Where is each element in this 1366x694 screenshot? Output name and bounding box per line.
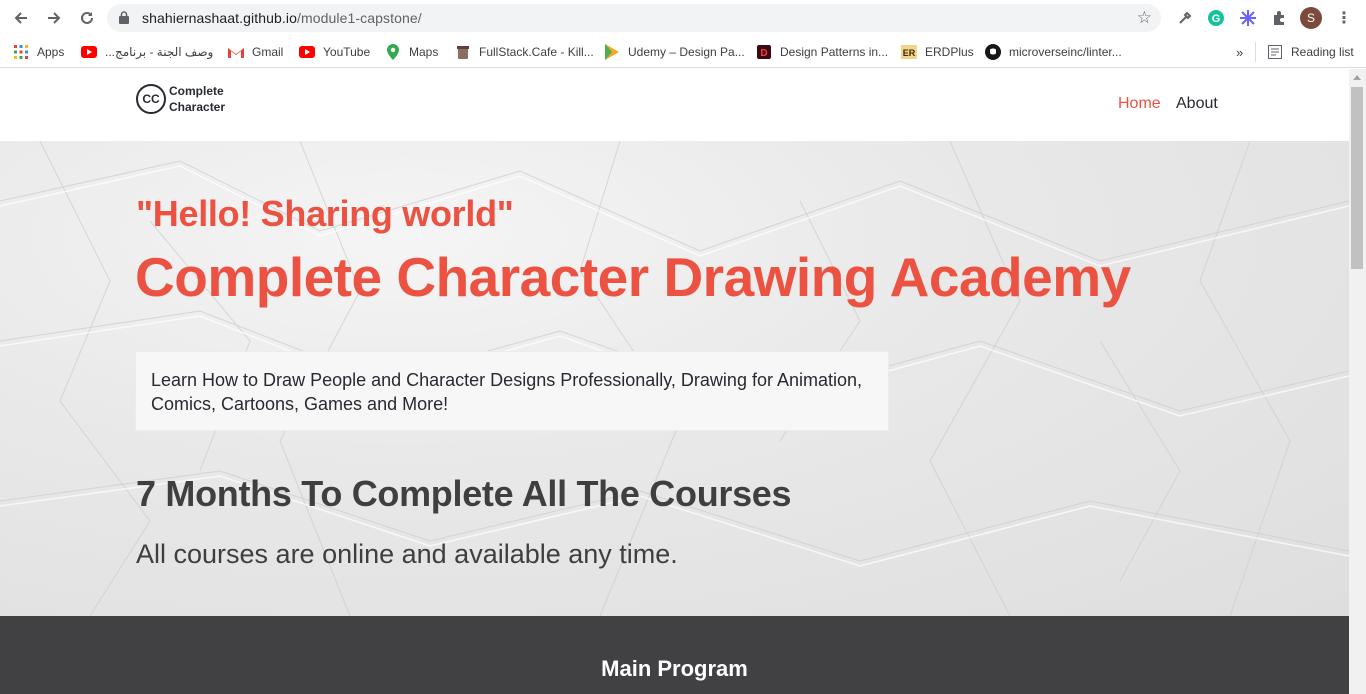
play-triangle-icon	[604, 44, 620, 60]
bookmark-label: FullStack.Cafe - Kill...	[479, 45, 594, 59]
reload-icon[interactable]	[75, 6, 99, 30]
logo-line-2: Character	[169, 100, 226, 114]
main-program-section: Main Program	[0, 616, 1349, 694]
bookmarks-divider	[1255, 42, 1256, 62]
scroll-up-arrow-icon[interactable]	[1353, 75, 1361, 80]
svg-text:D: D	[760, 48, 767, 59]
more-bookmarks-chevron-icon[interactable]: »	[1236, 42, 1243, 62]
page-viewport: CC Complete Character Home About "Hello!…	[0, 69, 1349, 694]
back-arrow-icon[interactable]	[9, 6, 33, 30]
url-path: /module1-capstone/	[296, 10, 422, 26]
nav-home-link[interactable]: Home	[1118, 95, 1161, 113]
bookmark-github-linter[interactable]: microverseinc/linter...	[985, 42, 1122, 62]
url-host: shahiernashaat.github.io	[142, 10, 297, 26]
bookmark-label: microverseinc/linter...	[1009, 45, 1122, 59]
hero-description: Learn How to Draw People and Character D…	[151, 370, 863, 414]
er-logo-icon: ER	[901, 44, 917, 60]
eyedropper-icon[interactable]	[1174, 7, 1196, 29]
bookmark-maps[interactable]: Maps	[385, 42, 438, 62]
browser-toolbar: shahiernashaat.github.io/module1-capston…	[0, 0, 1366, 36]
bookmark-label: Gmail	[252, 45, 284, 59]
reading-list-icon	[1267, 44, 1283, 60]
maps-pin-icon	[385, 44, 401, 60]
profile-initial: S	[1300, 7, 1322, 29]
nav-about-link[interactable]: About	[1176, 95, 1218, 113]
extensions-puzzle-icon[interactable]	[1268, 7, 1290, 29]
reading-list-button[interactable]: Reading list	[1267, 42, 1354, 62]
bookmark-label: Apps	[37, 45, 65, 59]
bookmark-udemy[interactable]: Udemy – Design Pa...	[604, 42, 745, 62]
svg-text:ER: ER	[903, 48, 916, 58]
coffee-cup-icon	[455, 44, 471, 60]
svg-text:G: G	[1212, 13, 1221, 25]
site-header: CC Complete Character Home About	[0, 69, 1349, 141]
asterisk-extension-icon[interactable]	[1237, 7, 1259, 29]
reading-list-label: Reading list	[1291, 45, 1354, 59]
hero-title: Complete Character Drawing Academy	[135, 246, 1131, 308]
logo-mark: CC	[136, 84, 166, 114]
bookmark-label: Udemy – Design Pa...	[628, 45, 745, 59]
more-bookmarks-label: »	[1236, 44, 1244, 60]
hero-greeting: "Hello! Sharing world"	[136, 193, 514, 234]
bookmark-gmail[interactable]: Gmail	[228, 42, 283, 62]
bookmark-label: Maps	[409, 45, 439, 59]
logo-line-1: Complete	[169, 84, 224, 98]
bookmark-label: Design Patterns in...	[780, 45, 889, 59]
logo-wordmark: Complete Character	[169, 83, 225, 115]
youtube-icon	[81, 44, 97, 60]
bookmark-label: YouTube	[323, 45, 371, 59]
scrollbar-thumb[interactable]	[1351, 87, 1363, 269]
hero-section: "Hello! Sharing world" Complete Characte…	[0, 141, 1349, 616]
profile-avatar[interactable]: S	[1300, 7, 1322, 29]
d-logo-icon: D	[756, 44, 772, 60]
grammarly-icon[interactable]: G	[1205, 7, 1227, 29]
youtube-icon	[299, 44, 315, 60]
bookmark-youtube[interactable]: YouTube	[299, 42, 370, 62]
bookmark-arabic-video[interactable]: وصف الجنة - برنامج...	[81, 42, 213, 62]
bookmarks-bar: Apps وصف الجنة - برنامج... Gmail YouTube…	[0, 36, 1366, 68]
hero-subtext: All courses are online and available any…	[136, 539, 678, 569]
bookmark-design-patterns[interactable]: D Design Patterns in...	[756, 42, 888, 62]
site-logo[interactable]: CC Complete Character	[136, 83, 225, 115]
bookmark-apps[interactable]: Apps	[13, 42, 64, 62]
url-text: shahiernashaat.github.io/module1-capston…	[142, 10, 422, 26]
lock-icon	[119, 11, 129, 24]
page-scrollbar[interactable]	[1349, 69, 1366, 694]
main-program-title: Main Program	[601, 656, 748, 681]
hero-heading: 7 Months To Complete All The Courses	[136, 473, 792, 514]
bookmark-fullstack-cafe[interactable]: FullStack.Cafe - Kill...	[455, 42, 594, 62]
hero-description-box: Learn How to Draw People and Character D…	[135, 351, 889, 431]
bookmark-label: ERDPlus	[925, 45, 974, 59]
bookmark-label: وصف الجنة - برنامج...	[105, 45, 214, 59]
forward-arrow-icon[interactable]	[42, 6, 66, 30]
bookmark-erdplus[interactable]: ER ERDPlus	[901, 42, 974, 62]
gmail-icon	[228, 44, 244, 60]
github-icon	[985, 44, 1001, 60]
bookmark-star-icon[interactable]: ☆	[1137, 8, 1152, 28]
browser-menu-icon[interactable]: ⋮	[1333, 7, 1355, 29]
apps-grid-icon	[13, 44, 29, 60]
address-bar[interactable]: shahiernashaat.github.io/module1-capston…	[107, 4, 1161, 32]
